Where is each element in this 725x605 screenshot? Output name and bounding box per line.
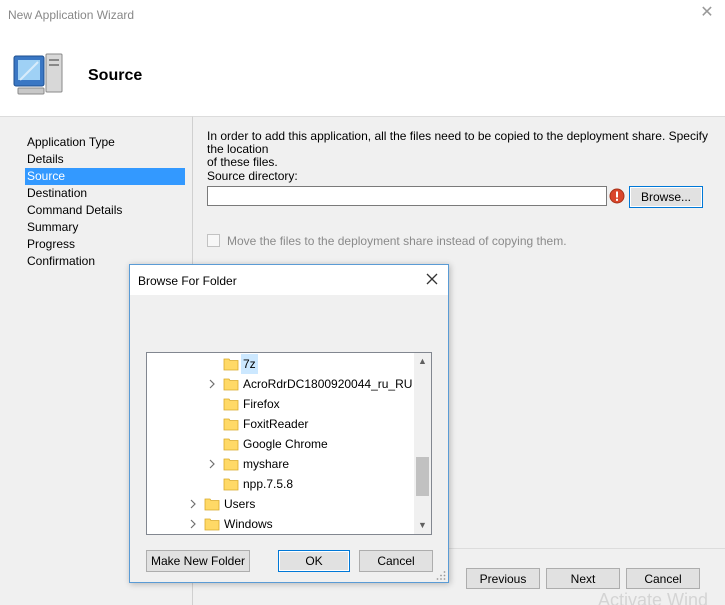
source-directory-label: Source directory: xyxy=(207,169,298,183)
tree-folder-label: npp.7.5.8 xyxy=(243,477,294,491)
folder-icon xyxy=(223,378,239,391)
tree-folder-label: Firefox xyxy=(243,397,280,411)
step-destination[interactable]: Destination xyxy=(25,185,185,202)
tree-folder-label: Windows xyxy=(224,517,273,531)
chevron-right-icon[interactable] xyxy=(188,514,198,534)
dialog-close-icon[interactable] xyxy=(424,271,440,287)
move-files-checkbox[interactable] xyxy=(207,234,220,247)
folder-icon xyxy=(223,458,239,471)
tree-folder-label: FoxitReader xyxy=(243,417,309,431)
tree-folder-label: AcroRdrDC1800920044_ru_RU xyxy=(243,377,413,391)
browse-button[interactable]: Browse... xyxy=(629,186,703,208)
folder-tree[interactable]: 7z AcroRdrDC1800920044_ru_RU Firefox Fox… xyxy=(146,352,432,535)
browse-folder-dialog: Browse For Folder 7z AcroRdrDC1800920044… xyxy=(129,264,449,583)
make-new-folder-button[interactable]: Make New Folder xyxy=(146,550,250,572)
folder-icon xyxy=(223,418,239,431)
dialog-title-bar: Browse For Folder xyxy=(130,265,448,295)
tree-folder-label: Users xyxy=(224,497,256,511)
tree-folder-label: 7z xyxy=(241,354,258,374)
dialog-title: Browse For Folder xyxy=(138,274,237,288)
intro-line-1: In order to add this application, all th… xyxy=(207,129,708,156)
chevron-right-icon[interactable] xyxy=(207,454,217,474)
computer-icon xyxy=(13,53,63,95)
tree-row-foxitreader[interactable]: FoxitReader xyxy=(147,414,415,434)
activation-watermark: Activate Wind xyxy=(598,590,709,605)
scroll-up-icon[interactable]: ▲ xyxy=(414,353,431,370)
tree-row-windows[interactable]: Windows xyxy=(147,514,415,534)
window-title: New Application Wizard xyxy=(8,8,135,22)
tree-folder-label: Google Chrome xyxy=(243,437,328,451)
folder-icon xyxy=(223,478,239,491)
tree-row-users[interactable]: Users xyxy=(147,494,415,514)
step-application-type[interactable]: Application Type xyxy=(25,134,185,151)
dialog-cancel-button[interactable]: Cancel xyxy=(359,550,433,572)
intro-line-2: of these files. xyxy=(207,155,278,169)
step-summary[interactable]: Summary xyxy=(25,219,185,236)
tree-row-acrordr[interactable]: AcroRdrDC1800920044_ru_RU xyxy=(147,374,415,394)
resize-grip-icon[interactable] xyxy=(436,570,446,580)
folder-icon xyxy=(223,438,239,451)
folder-icon xyxy=(204,498,220,511)
next-button[interactable]: Next xyxy=(546,568,620,589)
step-command-details[interactable]: Command Details xyxy=(25,202,185,219)
intro-text: In order to add this application, all th… xyxy=(207,130,717,169)
step-source[interactable]: Source xyxy=(25,168,185,185)
step-details[interactable]: Details xyxy=(25,151,185,168)
step-progress[interactable]: Progress xyxy=(25,236,185,253)
folder-icon xyxy=(223,358,239,371)
ok-button[interactable]: OK xyxy=(278,550,350,572)
chevron-right-icon[interactable] xyxy=(188,494,198,514)
tree-folder-label: myshare xyxy=(243,457,290,471)
wizard-header: Source xyxy=(0,30,725,116)
wizard-cancel-button[interactable]: Cancel xyxy=(626,568,700,589)
window-close-icon[interactable]: ✕ xyxy=(699,5,715,21)
error-icon xyxy=(609,188,625,204)
tree-row-7z[interactable]: 7z xyxy=(147,354,415,374)
folder-icon xyxy=(223,398,239,411)
tree-row-google-chrome[interactable]: Google Chrome xyxy=(147,434,415,454)
chevron-right-icon[interactable] xyxy=(207,374,217,394)
title-bar: New Application Wizard ✕ xyxy=(0,0,725,30)
move-files-label: Move the files to the deployment share i… xyxy=(227,234,567,248)
page-title: Source xyxy=(88,67,143,84)
tree-row-myshare[interactable]: myshare xyxy=(147,454,415,474)
scroll-thumb[interactable] xyxy=(416,457,429,496)
folder-icon xyxy=(204,518,220,531)
source-directory-input[interactable] xyxy=(207,186,607,206)
previous-button[interactable]: Previous xyxy=(466,568,540,589)
tree-scrollbar[interactable]: ▲ ▼ xyxy=(414,353,431,534)
tree-row-npp[interactable]: npp.7.5.8 xyxy=(147,474,415,494)
scroll-down-icon[interactable]: ▼ xyxy=(414,517,431,534)
tree-row-firefox[interactable]: Firefox xyxy=(147,394,415,414)
